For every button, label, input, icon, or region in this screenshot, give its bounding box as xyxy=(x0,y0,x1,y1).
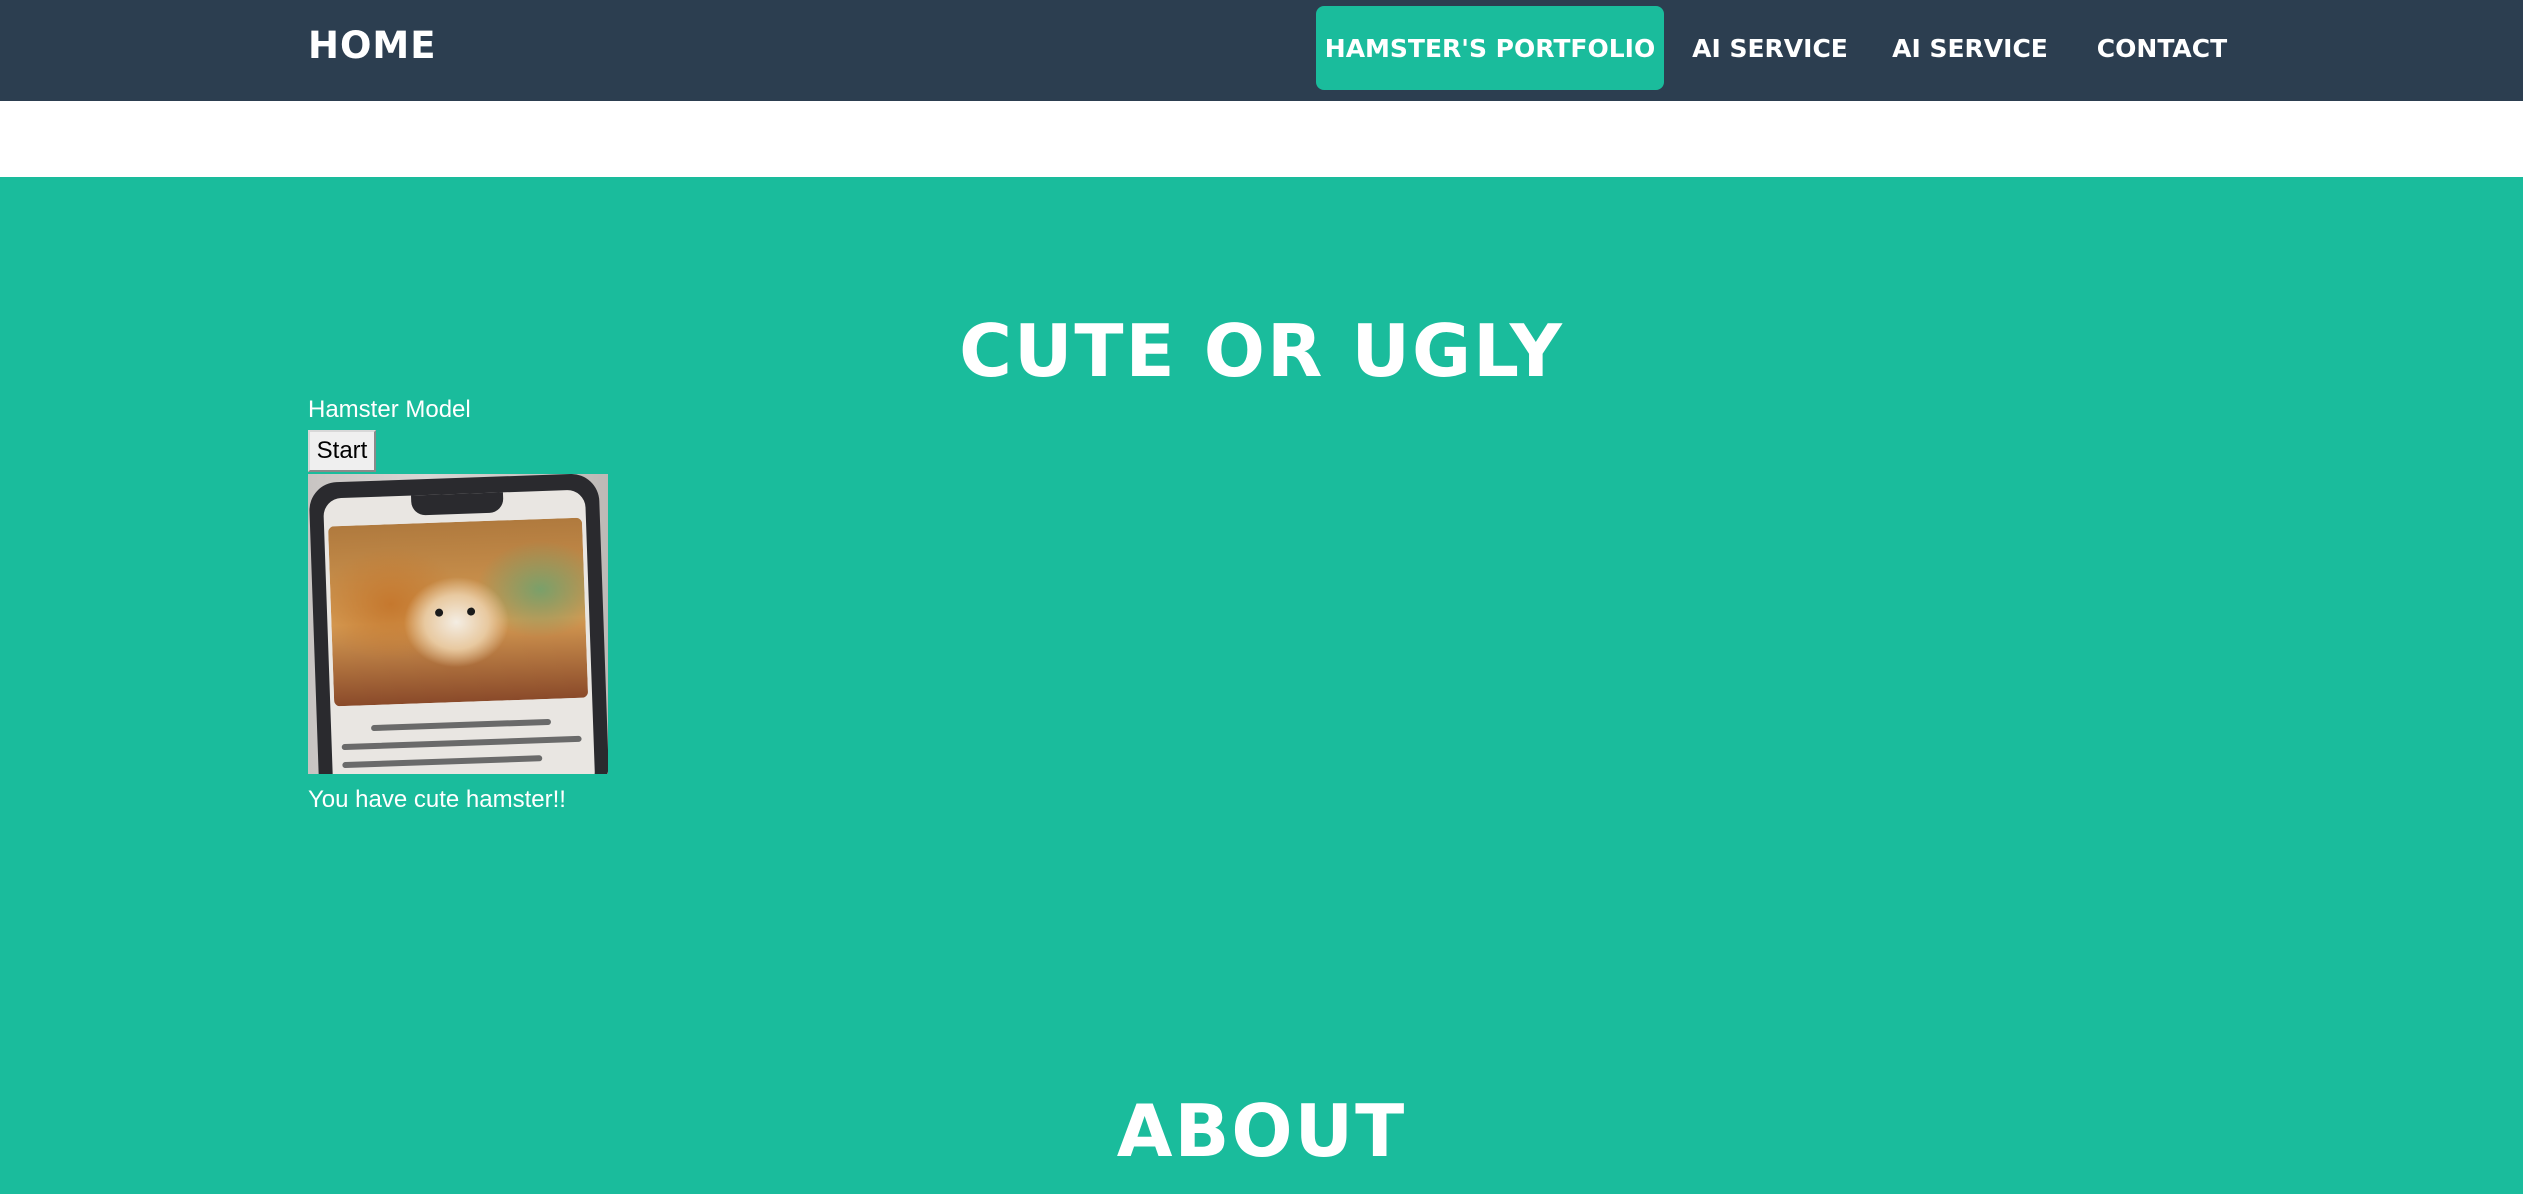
nav-menu: HAMSTER'S PORTFOLIO AI SERVICE AI SERVIC… xyxy=(0,6,2523,90)
navbar: HOME HAMSTER'S PORTFOLIO AI SERVICE AI S… xyxy=(0,0,2523,101)
main-section: CUTE OR UGLY Hamster Model Start You hav… xyxy=(0,177,2523,1194)
phone-screen xyxy=(323,489,596,774)
phone-in-frame xyxy=(308,474,608,774)
phone-text-line xyxy=(370,718,552,732)
hamster-photo xyxy=(328,517,589,707)
about-title: ABOUT xyxy=(1116,1089,1407,1173)
phone-text-line xyxy=(341,735,582,751)
nav-item-ai-service-2[interactable]: AI SERVICE xyxy=(1880,6,2060,90)
nav-item-hamsters-portfolio[interactable]: HAMSTER'S PORTFOLIO xyxy=(1316,6,1664,90)
hamster-eye xyxy=(434,608,444,617)
webcam-preview-image xyxy=(308,474,608,774)
nav-item-ai-service-1[interactable]: AI SERVICE xyxy=(1680,6,1860,90)
nav-item-contact[interactable]: CONTACT xyxy=(2088,6,2236,90)
start-button[interactable]: Start xyxy=(308,430,376,472)
phone-text-line xyxy=(342,755,543,769)
prediction-result: You have cute hamster!! xyxy=(308,786,566,813)
page-title: CUTE OR UGLY xyxy=(959,309,1564,393)
phone-notch xyxy=(410,490,504,516)
hamster-eye xyxy=(466,607,476,616)
model-label: Hamster Model xyxy=(308,396,471,423)
